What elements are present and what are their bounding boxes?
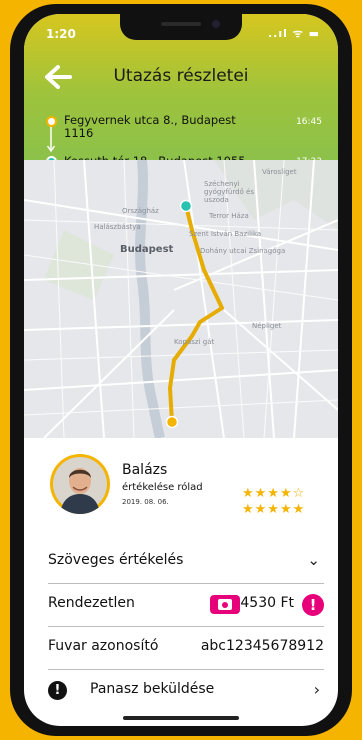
driver-rating-card: Balázs értékelése rólad 2019. 08. 06. ★★… (24, 438, 338, 546)
map-label-terror-haza: Terror Háza (209, 212, 249, 220)
map-label-nepliget: Népliget (252, 322, 282, 330)
map-label-halaszbastya: Halászbástya (94, 223, 141, 231)
ride-id-label: Fuvar azonosító (48, 638, 159, 654)
chevron-down-icon: ⌄ (307, 551, 320, 569)
alert-icon: ! (48, 681, 67, 700)
driver-name: Balázs (122, 462, 168, 478)
ride-id-row: Fuvar azonosító abc12345678912 (48, 627, 324, 670)
screen: 1:20 ..ıl ᯤ ▬ Utazás részletei Fegyverne… (24, 14, 338, 726)
chevron-right-icon: › (313, 680, 320, 699)
avatar (50, 454, 110, 514)
map-label-dohany: Dohány utcai Zsinagóga (200, 247, 286, 255)
map-label-szechenyi: Széchenyi gyógyfürdő és uszoda (204, 180, 255, 204)
ride-id-value: abc12345678912 (200, 638, 324, 654)
page-title: Utazás részletei (113, 66, 249, 86)
payment-row[interactable]: Rendezetlen 4530 Ft ! (48, 584, 324, 627)
map-label-orszaghaz: Országház (122, 207, 159, 215)
complaint-row[interactable]: ! Panasz beküldése › (48, 670, 324, 712)
payment-status: Rendezetlen (48, 595, 135, 611)
map-label-szent-istvan: Szent István Bazilika (189, 230, 262, 238)
pickup-time: 16:45 (296, 117, 322, 127)
warning-icon[interactable]: ! (302, 594, 324, 616)
home-indicator[interactable] (123, 716, 239, 720)
status-time: 1:20 (46, 27, 76, 41)
map-streets (24, 160, 338, 438)
route-start-icon (179, 199, 193, 213)
pickup-address: Fegyvernek utca 8., Budapest 1116 (64, 113, 236, 140)
star-rating-row-2: ★★★★★ (242, 502, 306, 517)
rating-subtitle: értékelése rólad (122, 482, 203, 493)
phone-frame: 1:20 ..ıl ᯤ ▬ Utazás részletei Fegyverne… (10, 4, 352, 736)
text-review-label: Szöveges értékelés (48, 552, 184, 568)
pickup-dot-icon (46, 116, 57, 127)
route-map[interactable]: Széchenyi gyógyfürdő és uszoda Városlige… (24, 160, 338, 438)
rating-date: 2019. 08. 06. (122, 498, 169, 506)
status-icons: ..ıl ᯤ ▬ (268, 27, 320, 40)
text-review-row[interactable]: Szöveges értékelés ⌄ (48, 541, 324, 584)
cash-icon (210, 595, 240, 614)
map-label-city: Budapest (120, 244, 174, 255)
complaint-label: Panasz beküldése (90, 681, 215, 697)
star-rating-row-1: ★★★★☆ (242, 486, 306, 501)
notch (120, 14, 242, 40)
map-label-kopaszi: Kopaszi gát (174, 338, 215, 346)
route-end-icon (165, 415, 179, 429)
payment-amount: 4530 Ft (240, 595, 294, 611)
map-label-varosliget: Városliget (262, 168, 297, 176)
